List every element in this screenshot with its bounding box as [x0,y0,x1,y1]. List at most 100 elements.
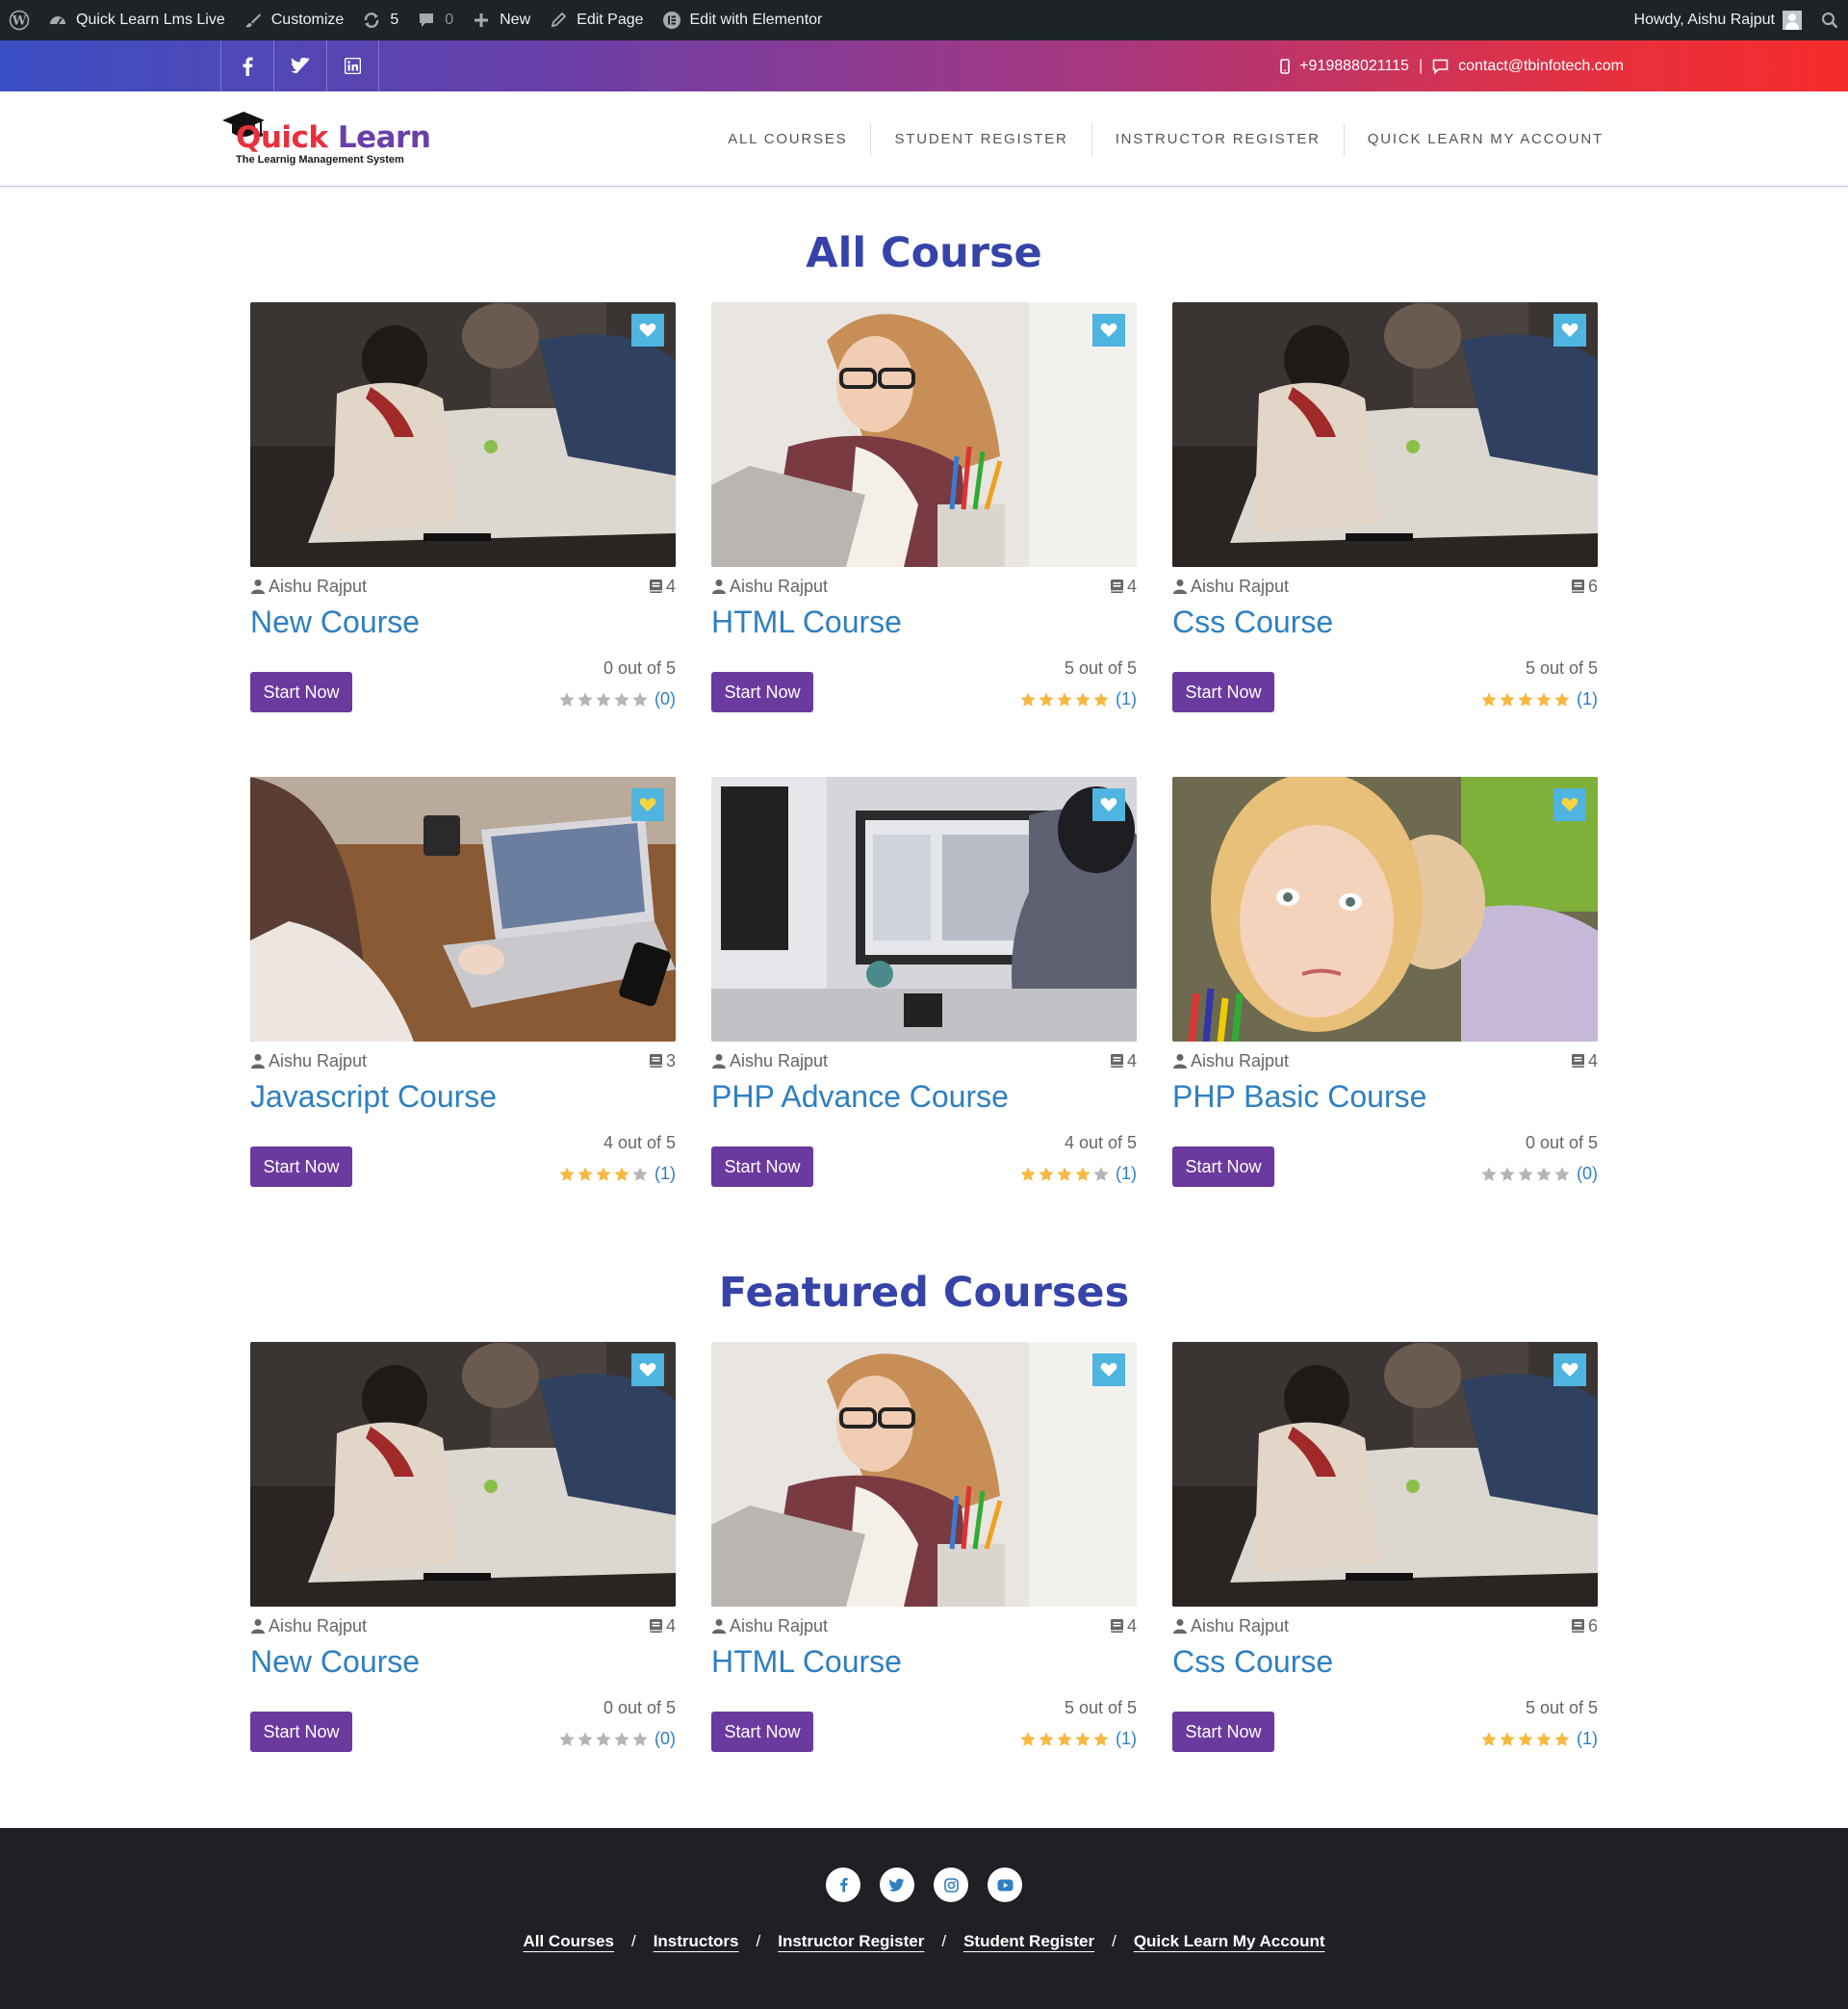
course-title[interactable]: PHP Advance Course [711,1079,1009,1115]
course-meta: Aishu Rajput 6 [1172,1615,1598,1636]
footer-facebook-link[interactable] [826,1867,860,1902]
wordpress-logo-menu[interactable]: W [0,0,38,40]
course-thumbnail[interactable] [250,777,676,1042]
course-author[interactable]: Aishu Rajput [250,1616,367,1636]
course-thumbnail[interactable] [711,1342,1137,1607]
course-thumbnail[interactable] [711,302,1137,567]
course-image [711,1342,1137,1607]
review-count[interactable]: (0) [1577,1164,1598,1184]
course-thumbnail[interactable] [250,1342,676,1607]
edit-page-link[interactable]: Edit Page [539,0,652,40]
course-title[interactable]: Javascript Course [250,1079,497,1115]
nav-all-courses[interactable]: ALL COURSES [705,122,872,156]
facebook-link[interactable] [220,40,273,91]
elementor-link[interactable]: Edit with Elementor [653,0,832,40]
start-now-button[interactable]: Start Now [250,1712,352,1752]
my-account-menu[interactable]: Howdy, Aishu Rajput [1626,0,1810,40]
star-filled-icon [1093,691,1109,707]
course-author[interactable]: Aishu Rajput [250,577,367,597]
start-now-button[interactable]: Start Now [1172,1146,1274,1187]
course-meta: Aishu Rajput 4 [711,1615,1137,1636]
review-count[interactable]: (1) [1577,689,1598,709]
review-count[interactable]: (1) [654,1164,676,1184]
course-title[interactable]: Css Course [1172,1644,1333,1680]
linkedin-link[interactable] [326,40,379,91]
course-thumbnail[interactable] [1172,302,1598,567]
course-thumbnail[interactable] [711,777,1137,1042]
course-thumbnail[interactable] [250,302,676,567]
book-icon [649,1054,662,1068]
wishlist-button[interactable] [1092,314,1125,347]
wishlist-button[interactable] [1092,1353,1125,1386]
footer-instagram-link[interactable] [934,1867,968,1902]
comments-link[interactable]: 0 [407,0,462,40]
footer-link-instructor-register[interactable]: Instructor Register [778,1932,924,1951]
footer-link-instructors[interactable]: Instructors [654,1932,739,1951]
course-author[interactable]: Aishu Rajput [711,1051,828,1071]
author-name: Aishu Rajput [730,1050,829,1070]
wishlist-button[interactable] [631,788,664,821]
course-thumbnail[interactable] [1172,777,1598,1042]
new-content-menu[interactable]: New [462,0,539,40]
start-now-button[interactable]: Start Now [250,672,352,712]
wishlist-button[interactable] [1553,314,1586,347]
star-empty-icon [578,691,593,707]
review-count[interactable]: (1) [1116,689,1137,709]
course-author[interactable]: Aishu Rajput [250,1051,367,1071]
footer-link-my-account[interactable]: Quick Learn My Account [1134,1932,1325,1951]
start-now-button[interactable]: Start Now [711,1146,813,1187]
site-logo[interactable]: Quick Learn The Learnig Management Syste… [220,109,442,168]
review-count[interactable]: (0) [654,689,676,709]
footer-link-student-register[interactable]: Student Register [963,1932,1094,1951]
nav-student-register[interactable]: STUDENT REGISTER [871,122,1092,156]
rating-text: 5 out of 5 [1064,1698,1137,1717]
course-title[interactable]: New Course [250,1644,420,1680]
course-title[interactable]: HTML Course [711,1644,902,1680]
twitter-link[interactable] [273,40,326,91]
customize-link[interactable]: Customize [234,0,353,40]
start-now-button[interactable]: Start Now [1172,1712,1274,1752]
comment-icon [416,10,437,31]
footer-youtube-link[interactable] [988,1867,1022,1902]
wishlist-button[interactable] [1553,1353,1586,1386]
author-name: Aishu Rajput [1191,576,1290,596]
course-author[interactable]: Aishu Rajput [711,577,828,597]
wishlist-button[interactable] [631,314,664,347]
course-title[interactable]: New Course [250,605,420,640]
customize-label: Customize [270,12,345,28]
updates-link[interactable]: 5 [352,0,407,40]
start-now-button[interactable]: Start Now [711,672,813,712]
review-count[interactable]: (1) [1116,1729,1137,1749]
nav-my-account[interactable]: QUICK LEARN MY ACCOUNT [1345,123,1604,156]
review-count[interactable]: (1) [1577,1729,1598,1749]
course-thumbnail[interactable] [1172,1342,1598,1607]
wishlist-button[interactable] [1553,788,1586,821]
course-title[interactable]: HTML Course [711,605,902,640]
review-count[interactable]: (1) [1116,1164,1137,1184]
lesson-count-value: 6 [1587,1615,1598,1636]
admin-search[interactable] [1810,0,1848,40]
contact-email[interactable]: contact@tbinfotech.com [1458,58,1624,75]
course-card: Aishu Rajput 3 Javascript Course Start Now 4… [250,777,676,1187]
course-author[interactable]: Aishu Rajput [1172,577,1289,597]
footer-twitter-link[interactable] [880,1867,914,1902]
footer-link-all-courses[interactable]: All Courses [523,1932,613,1951]
start-now-button[interactable]: Start Now [250,1146,352,1187]
course-title[interactable]: Css Course [1172,605,1333,640]
lesson-count-value: 4 [1126,1050,1137,1070]
nav-instructor-register[interactable]: INSTRUCTOR REGISTER [1092,122,1345,156]
review-count[interactable]: (0) [654,1729,676,1749]
course-title[interactable]: PHP Basic Course [1172,1079,1426,1115]
star-empty-icon [1518,1166,1533,1181]
course-author[interactable]: Aishu Rajput [711,1616,828,1636]
phone-number[interactable]: +919888021115 [1299,58,1409,75]
wishlist-button[interactable] [1092,788,1125,821]
course-author[interactable]: Aishu Rajput [1172,1051,1289,1071]
wishlist-button[interactable] [631,1353,664,1386]
course-author[interactable]: Aishu Rajput [1172,1616,1289,1636]
start-now-button[interactable]: Start Now [1172,672,1274,712]
site-name-menu[interactable]: Quick Learn Lms Live [38,0,234,40]
start-now-button[interactable]: Start Now [711,1712,813,1752]
star-rating [1480,1166,1571,1183]
logo-learn: Learn [327,120,431,155]
